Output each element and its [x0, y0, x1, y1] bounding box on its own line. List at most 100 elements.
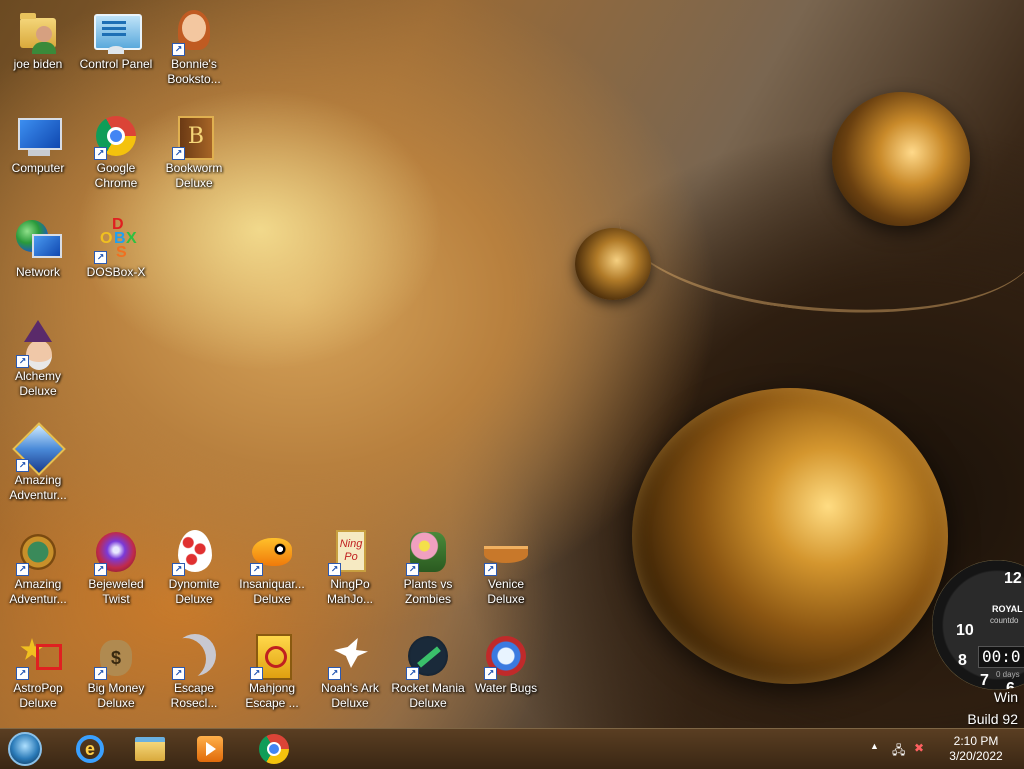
insaniquarium-icon: ↗	[248, 528, 296, 576]
shortcut-arrow-icon: ↗	[172, 43, 185, 56]
desktop-icon-bonnies-bookstore[interactable]: ↗ Bonnie's Booksto...	[156, 8, 232, 87]
desktop-icon-mahjong-escape[interactable]: ↗ Mahjong Escape ...	[234, 632, 310, 711]
network-tray-icon[interactable]: 🖧	[892, 741, 905, 762]
desktop-icon-label: DOSBox-X	[86, 265, 146, 279]
desktop-icon-label: Escape Rosecl...	[170, 681, 218, 710]
desktop-icon-label: Control Panel	[79, 57, 153, 71]
amazing-adventures-icon: ↗	[12, 422, 66, 476]
venice-icon: ↗	[482, 528, 530, 576]
shortcut-arrow-icon: ↗	[172, 667, 185, 680]
desktop-icon-label: Mahjong Escape ...	[245, 681, 299, 710]
clock-digital-readout: 00:0	[978, 646, 1024, 668]
desktop-icon-control-panel[interactable]: Control Panel	[78, 8, 154, 72]
taskbar-internet-explorer[interactable]: e	[62, 731, 118, 767]
clock-days: 0 days	[996, 670, 1020, 679]
wallpaper-sphere-small	[575, 228, 651, 300]
countdown-clock-gadget[interactable]: 12 10 8 7 6 ROYAL countdo 00:0 0 days	[932, 560, 1024, 690]
desktop-icon-amazing-adventures[interactable]: ↗ Amazing Adventur...	[0, 422, 76, 503]
noahs-ark-icon: ↗	[326, 632, 374, 680]
desktop-icon-label: Amazing Adventur...	[9, 577, 67, 606]
desktop-icon-dosbox-x[interactable]: D O B X S ↗ DOSBox-X	[78, 216, 154, 280]
control-panel-icon	[92, 8, 142, 56]
taskbar-media-player[interactable]	[182, 731, 238, 767]
chrome-icon	[259, 734, 289, 764]
desktop-icon-joe-biden[interactable]: joe biden	[0, 8, 76, 72]
amazing-adventures-2-icon: ↗	[14, 528, 62, 576]
shortcut-arrow-icon: ↗	[250, 563, 263, 576]
desktop-icon-escape-rosecliff[interactable]: ↗ Escape Rosecl...	[156, 632, 232, 711]
desktop-icon-label: Rocket Mania Deluxe	[391, 681, 465, 710]
desktop-icon-amazing-adventures-2[interactable]: ↗ Amazing Adventur...	[0, 528, 76, 607]
media-player-icon	[197, 736, 223, 762]
user-folder-icon	[14, 8, 62, 56]
wallpaper-sphere-medium	[832, 92, 970, 226]
shortcut-arrow-icon: ↗	[250, 667, 263, 680]
desktop-icon-venice-deluxe[interactable]: ↗ Venice Deluxe	[468, 528, 544, 607]
taskbar-file-explorer[interactable]	[122, 731, 178, 767]
bejeweled-icon: ↗	[92, 528, 140, 576]
desktop-icon-network[interactable]: Network	[0, 216, 76, 280]
bookworm-icon: B ↗	[170, 112, 218, 160]
desktop-icon-label: Dynomite Deluxe	[168, 577, 220, 606]
desktop-icon-label: Network	[15, 265, 60, 279]
volume-muted-icon[interactable]: ✖	[914, 741, 924, 755]
file-explorer-icon	[135, 737, 165, 761]
start-orb-icon[interactable]	[8, 732, 42, 766]
wallpaper-sphere-large	[632, 388, 948, 684]
desktop-icon-rocket-mania-deluxe[interactable]: ↗ Rocket Mania Deluxe	[390, 632, 466, 711]
shortcut-arrow-icon: ↗	[328, 563, 341, 576]
desktop-icon-computer[interactable]: Computer	[0, 112, 76, 176]
desktop-icon-alchemy-deluxe[interactable]: ↗ Alchemy Deluxe	[0, 320, 76, 399]
computer-icon	[14, 112, 62, 160]
desktop-icon-label: Bookworm Deluxe	[165, 161, 223, 190]
shortcut-arrow-icon: ↗	[94, 563, 107, 576]
desktop-icon-dynomite-deluxe[interactable]: ↗ Dynomite Deluxe	[156, 528, 232, 607]
shortcut-arrow-icon: ↗	[172, 147, 185, 160]
internet-explorer-icon: e	[76, 735, 104, 763]
astropop-icon: ↗	[14, 632, 62, 680]
taskbar-chrome[interactable]	[246, 731, 302, 767]
mahjong-escape-icon: ↗	[248, 632, 296, 680]
desktop-icon-water-bugs[interactable]: ↗ Water Bugs	[468, 632, 544, 696]
network-icon	[14, 216, 62, 264]
shortcut-arrow-icon: ↗	[94, 251, 107, 264]
alchemy-icon: ↗	[14, 320, 62, 370]
desktop-icon-label: Plants vs Zombies	[403, 577, 453, 606]
shortcut-arrow-icon: ↗	[16, 355, 29, 368]
desktop-icon-label: NingPo MahJo...	[326, 577, 374, 606]
desktop-icon-label: Noah's Ark Deluxe	[321, 681, 379, 710]
shortcut-arrow-icon: ↗	[16, 667, 29, 680]
bonnies-bookstore-icon: ↗	[170, 8, 218, 56]
escape-rosecliff-icon: ↗	[170, 632, 218, 680]
big-money-icon: $ ↗	[92, 632, 140, 680]
shortcut-arrow-icon: ↗	[172, 563, 185, 576]
desktop-icon-bookworm-deluxe[interactable]: B ↗ Bookworm Deluxe	[156, 112, 232, 191]
taskbar: e ▲ 🖧 ✖ 2:10 PM 3/20/2022	[0, 728, 1024, 769]
desktop-icon-bejeweled-twist[interactable]: ↗ Bejeweled Twist	[78, 528, 154, 607]
taskbar-clock[interactable]: 2:10 PM 3/20/2022	[940, 734, 1012, 764]
desktop-icon-plants-vs-zombies[interactable]: ↗ Plants vs Zombies	[390, 528, 466, 607]
desktop-icon-label: Amazing Adventur...	[9, 473, 67, 502]
desktop-icon-insaniquarium-deluxe[interactable]: ↗ Insaniquar... Deluxe	[234, 528, 310, 607]
shortcut-arrow-icon: ↗	[484, 667, 497, 680]
shortcut-arrow-icon: ↗	[94, 147, 107, 160]
dosbox-icon: D O B X S ↗	[92, 216, 140, 264]
clock-number: 12	[1004, 570, 1022, 587]
water-bugs-icon: ↗	[482, 632, 530, 680]
clock-brand: ROYAL	[992, 604, 1023, 614]
clock-number: 10	[956, 622, 974, 639]
desktop-icon-ningpo-mahjong[interactable]: Ning Po ↗ NingPo MahJo...	[312, 528, 388, 607]
clock-subtitle: countdo	[990, 616, 1019, 625]
desktop-icon-label: Venice Deluxe	[487, 577, 525, 606]
desktop-icon-big-money-deluxe[interactable]: $ ↗ Big Money Deluxe	[78, 632, 154, 711]
show-hidden-icons-button[interactable]: ▲	[870, 741, 879, 751]
shortcut-arrow-icon: ↗	[406, 563, 419, 576]
shortcut-arrow-icon: ↗	[406, 667, 419, 680]
dynomite-icon: ↗	[170, 528, 218, 576]
taskbar-date: 3/20/2022	[949, 749, 1003, 763]
desktop-icon-noahs-ark-deluxe[interactable]: ↗ Noah's Ark Deluxe	[312, 632, 388, 711]
desktop-icon-astropop-deluxe[interactable]: ↗ AstroPop Deluxe	[0, 632, 76, 711]
shortcut-arrow-icon: ↗	[16, 459, 29, 472]
desktop-icon-google-chrome[interactable]: ↗ Google Chrome	[78, 112, 154, 191]
clock-number: 8	[958, 652, 967, 669]
